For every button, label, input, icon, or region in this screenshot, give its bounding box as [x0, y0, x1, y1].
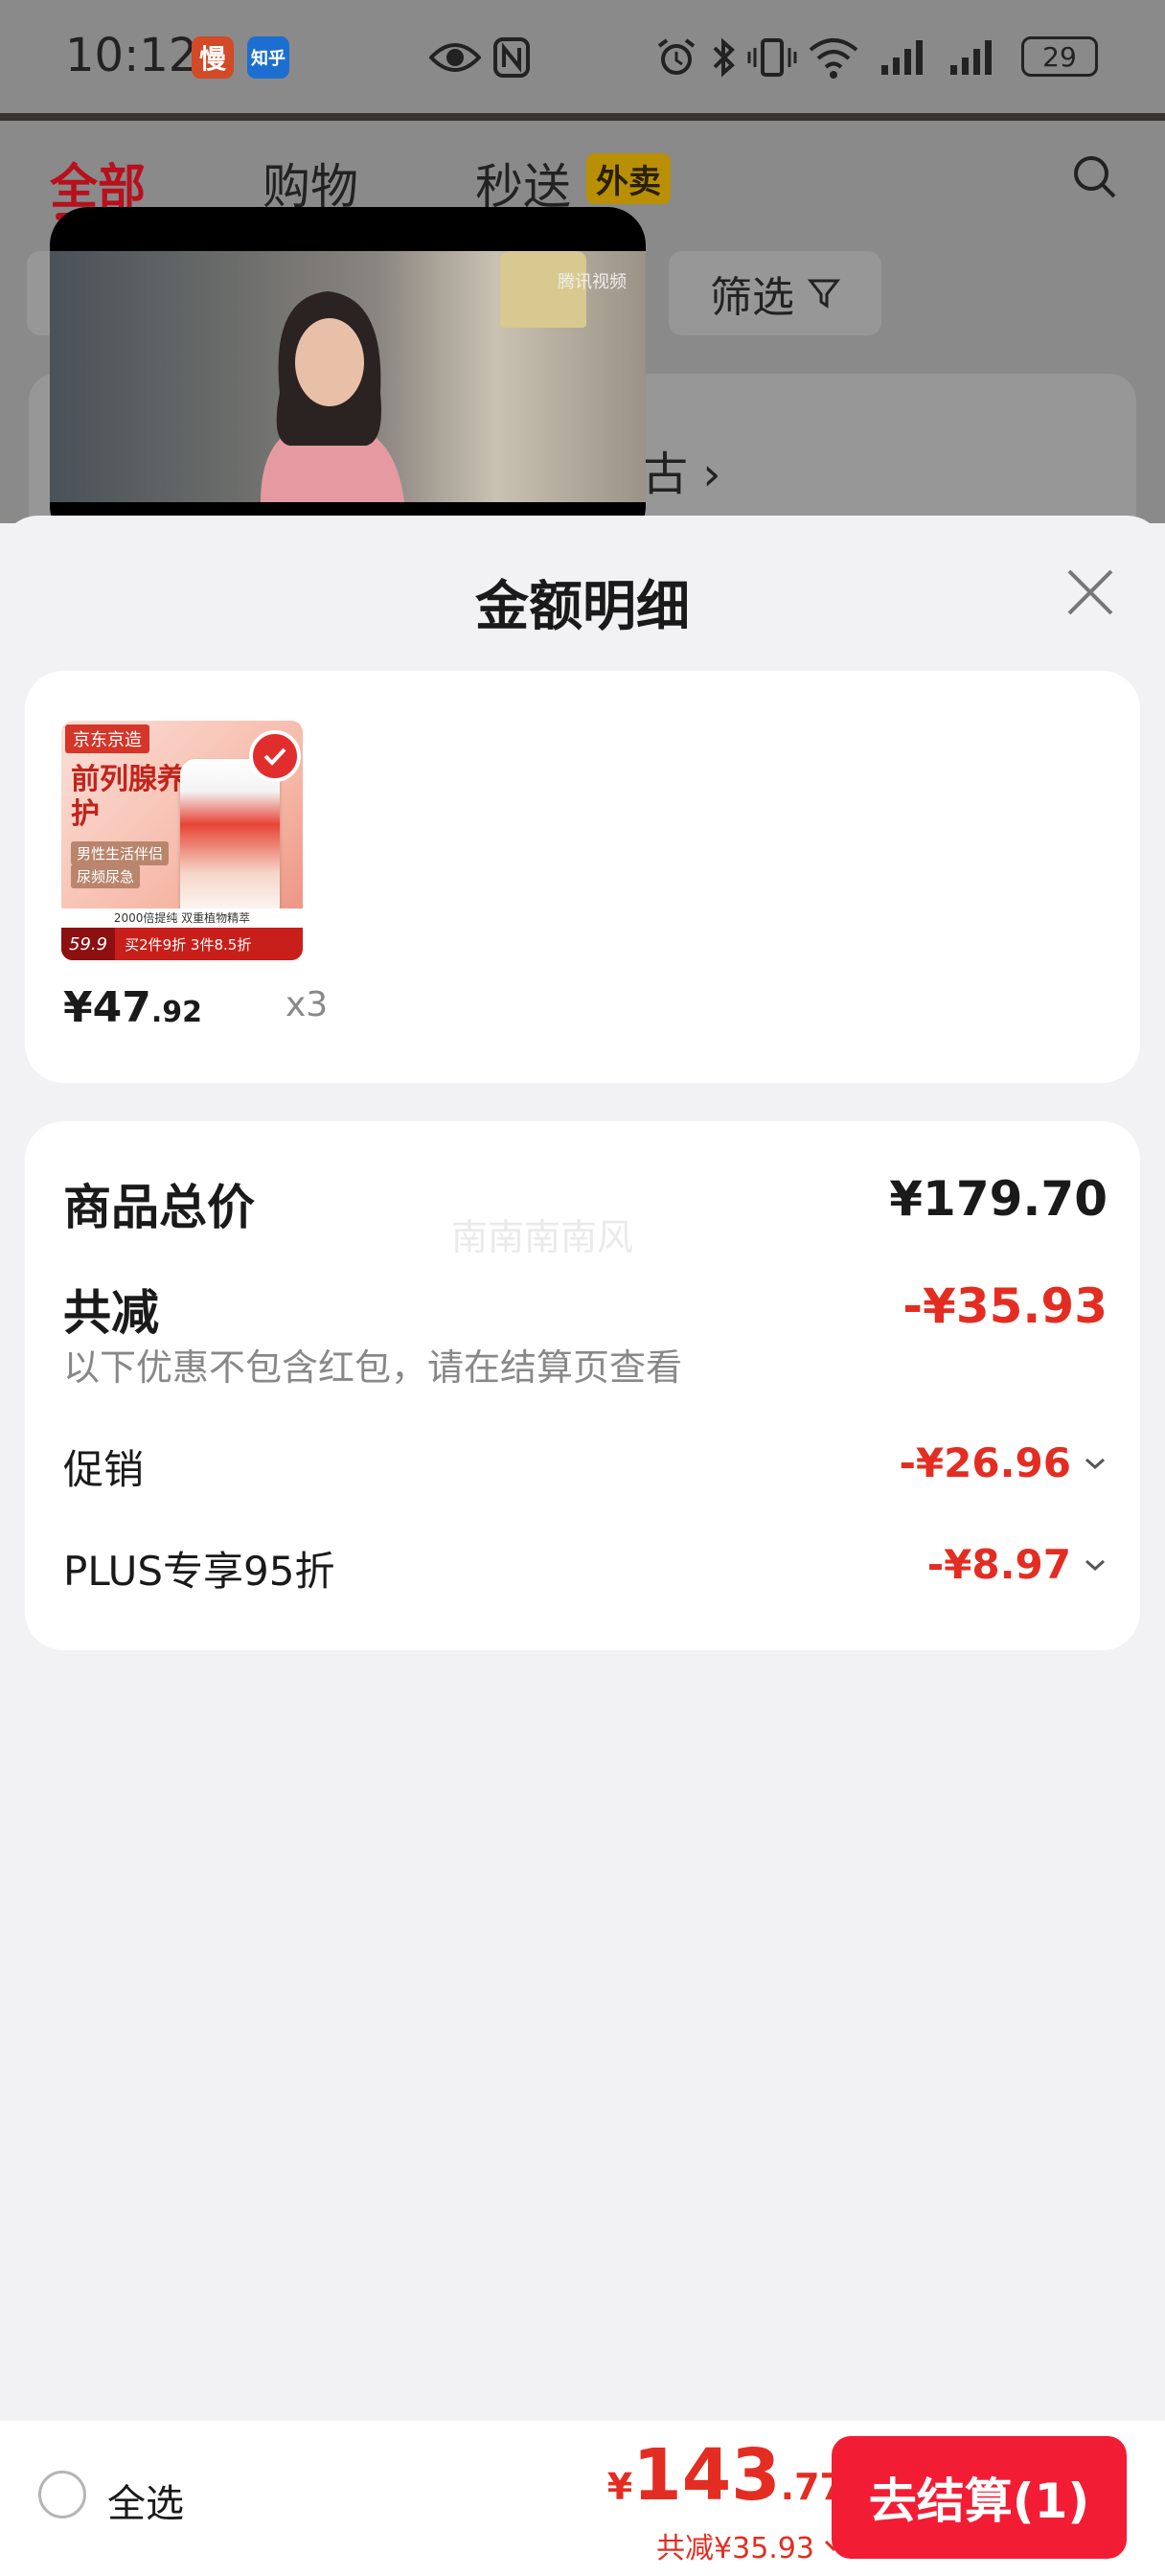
- chevron-down-icon: [1085, 1458, 1105, 1469]
- reduction-label: 共减: [63, 1285, 159, 1341]
- product-image-promo-bar: 59.9 买2件9折 3件8.5折: [61, 928, 303, 960]
- selected-check-icon[interactable]: [249, 730, 301, 782]
- product-bottle: [180, 759, 280, 922]
- status-bar: 10:12 慢 知乎 29: [0, 0, 1165, 115]
- amount-detail-sheet: 金额明细 京东京造 前列腺养护 男性生活伴侣 尿频尿急 2000倍提纯 双重植物…: [0, 516, 1165, 2576]
- watermark-text: 南南南南风: [451, 1216, 634, 1258]
- eye-icon: [429, 43, 481, 72]
- video-watermark: 腾讯视频: [558, 272, 627, 292]
- status-time: 10:12: [65, 29, 198, 82]
- product-image-price: 59.9: [61, 928, 116, 960]
- plus-discount-label: PLUS专享95折: [63, 1548, 335, 1595]
- product-image-title: 前列腺养护: [71, 763, 186, 831]
- select-all-radio[interactable]: [38, 2471, 86, 2518]
- product-image-tag: 尿频尿急: [71, 864, 141, 888]
- product-card: 京东京造 前列腺养护 男性生活伴侣 尿频尿急 2000倍提纯 双重植物精萃 59…: [25, 671, 1140, 1083]
- close-icon[interactable]: [1062, 564, 1119, 621]
- total-discount-toggle[interactable]: 共减¥35.93: [607, 2524, 845, 2566]
- product-image-tag: 男性生活伴侣: [71, 841, 170, 865]
- product-price: ¥47.92: [63, 983, 203, 1032]
- promotion-value: -¥26.96: [899, 1439, 1071, 1486]
- total-price-value: ¥179.70: [889, 1171, 1108, 1227]
- video-frame: 腾讯视频: [50, 251, 646, 502]
- nfc-icon: [493, 37, 530, 78]
- chevron-down-icon: [1085, 1559, 1105, 1571]
- checkout-button[interactable]: 去结算(1): [832, 2436, 1127, 2559]
- vibrate-icon: [747, 38, 797, 77]
- battery-indicator: 29: [1021, 36, 1098, 77]
- product-image-brand: 京东京造: [65, 724, 149, 753]
- sheet-title: 金额明细: [475, 576, 690, 638]
- background-card-text: 古 ›: [642, 448, 721, 501]
- reduction-value: -¥35.93: [902, 1278, 1108, 1334]
- signal-icon: [950, 40, 992, 75]
- signal-icon: [881, 40, 923, 75]
- floating-video-player[interactable]: 腾讯视频: [50, 207, 646, 544]
- divider: [0, 113, 1165, 121]
- promotion-row-toggle[interactable]: -¥26.96: [899, 1439, 1108, 1486]
- product-image-strip: 2000倍提纯 双重植物精萃: [61, 908, 303, 928]
- price-summary-card: 南南南南风 商品总价 ¥179.70 共减 -¥35.93 以下优惠不包含红包，…: [25, 1121, 1140, 1650]
- total-discount: 共减¥35.93: [656, 2532, 814, 2565]
- checkout-bar: 全选 ¥143.77 共减¥35.93 去结算(1): [0, 2421, 1165, 2576]
- promotion-label: 促销: [63, 1446, 145, 1493]
- product-quantity: x3: [286, 985, 329, 1024]
- reduction-note: 以下优惠不包含红包，请在结算页查看: [63, 1346, 683, 1389]
- filter-icon: [808, 279, 840, 309]
- select-all-label[interactable]: 全选: [107, 2472, 184, 2528]
- waimai-badge: 外卖: [586, 153, 671, 204]
- total-price-label: 商品总价: [63, 1180, 255, 1235]
- app-badge-zhihu: 知乎: [247, 36, 289, 79]
- plus-discount-row-toggle[interactable]: -¥8.97: [927, 1541, 1108, 1588]
- bluetooth-icon: [713, 37, 735, 78]
- plus-discount-value: -¥8.97: [926, 1541, 1071, 1588]
- filter-button[interactable]: 筛选: [669, 251, 881, 335]
- search-icon[interactable]: [1071, 153, 1117, 199]
- wifi-icon: [809, 38, 858, 79]
- product-image-promo: 买2件9折 3件8.5折: [125, 935, 252, 954]
- alarm-icon: [657, 38, 696, 75]
- filter-label: 筛选: [710, 273, 794, 322]
- total-block: ¥143.77 共减¥35.93: [607, 2434, 845, 2566]
- app-badge-man: 慢: [192, 36, 234, 79]
- total-amount: ¥143.77: [606, 2434, 845, 2517]
- video-person: [261, 291, 404, 502]
